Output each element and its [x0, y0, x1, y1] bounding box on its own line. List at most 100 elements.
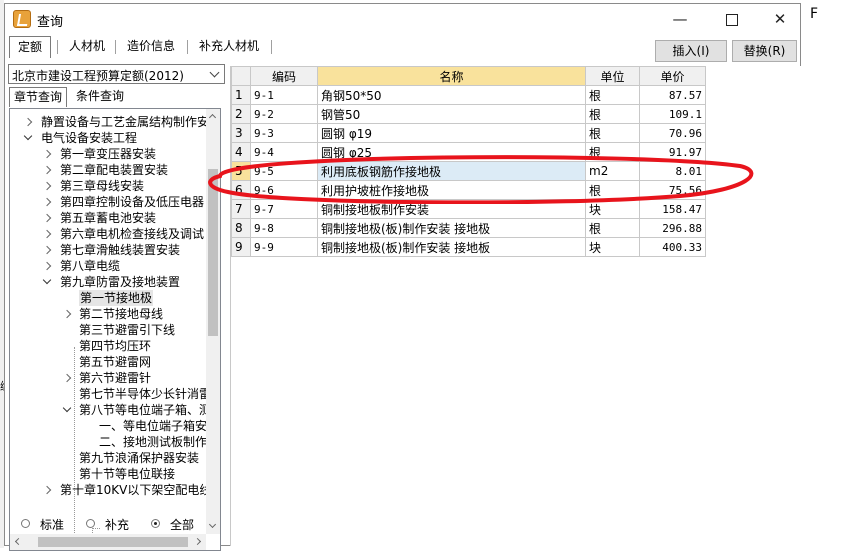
tab-supplementary-lmm[interactable]: 补充人材机 [191, 36, 267, 58]
cell-unit[interactable]: 根 [585, 85, 640, 105]
maximize-button[interactable] [709, 4, 755, 34]
cell-name[interactable]: 利用护坡桩作接地极 [317, 180, 586, 200]
table-row[interactable]: 4 9-4 圆钢 φ25 根 91.97 [231, 142, 706, 162]
chevron-right-icon[interactable] [42, 228, 54, 240]
chevron-right-icon[interactable] [42, 196, 54, 208]
table-row[interactable]: 2 9-2 钢管50 根 109.1 [231, 104, 706, 124]
cell-unit[interactable]: 根 [585, 218, 640, 238]
tree-item-label: 第五章蓄电池安装 [60, 211, 157, 225]
radio-label: 补充 [105, 518, 130, 532]
cell-name[interactable]: 钢管50 [317, 104, 586, 124]
cell-name[interactable]: 角钢50*50 [317, 85, 586, 105]
table-row-selected[interactable]: 5 9-5 利用底板钢筋作接地极 m2 8.01 [231, 161, 706, 181]
cell-unit[interactable]: m2 [585, 161, 640, 181]
cell-name[interactable]: 铜制接地极(板)制作安装 接地板 [317, 237, 586, 257]
tab-cost-info[interactable]: 造价信息 [119, 36, 183, 58]
table-row[interactable]: 3 9-3 圆钢 φ19 根 70.96 [231, 123, 706, 143]
chevron-down-icon[interactable] [62, 404, 74, 416]
tab-labor-material-machine[interactable]: 人材机 [61, 36, 113, 58]
tab-quota[interactable]: 定额 [9, 36, 52, 58]
table-row[interactable]: 1 9-1 角钢50*50 根 87.57 [231, 85, 706, 105]
cell-price[interactable]: 8.01 [639, 161, 706, 181]
tree-item-label: 第六节避雷针 [79, 371, 152, 385]
cell-code[interactable]: 9-2 [250, 104, 318, 124]
chevron-right-icon[interactable] [62, 372, 74, 384]
cell-unit[interactable]: 根 [585, 142, 640, 162]
cell-code[interactable]: 9-8 [250, 218, 318, 238]
table-row[interactable]: 7 9-7 铜制接地板制作安装 块 158.47 [231, 199, 706, 219]
chapter-tree[interactable]: 静置设备与工艺金属结构制作安 电气设备安装工程 第一章变压器安装 第二章配电装置… [9, 108, 221, 551]
cell-code[interactable]: 9-9 [250, 237, 318, 257]
scroll-up-icon[interactable] [206, 109, 220, 123]
tree-item-label: 第八章电缆 [60, 259, 121, 273]
cell-price[interactable]: 400.33 [639, 237, 706, 257]
cell-unit[interactable]: 根 [585, 180, 640, 200]
cell-price[interactable]: 109.1 [639, 104, 706, 124]
cell-name[interactable]: 铜制接地板制作安装 [317, 199, 586, 219]
scroll-down-icon[interactable] [206, 520, 220, 534]
tree-vertical-scrollbar[interactable] [206, 109, 220, 534]
radio-label: 标准 [40, 518, 65, 532]
chevron-down-icon[interactable] [42, 276, 54, 288]
radio-icon[interactable] [21, 519, 30, 528]
title-bar[interactable]: 查询 — ✕ [5, 4, 800, 34]
cell-price[interactable]: 158.47 [639, 199, 706, 219]
insert-button[interactable]: 插入(I) [655, 40, 727, 62]
cell-code[interactable]: 9-4 [250, 142, 318, 162]
table-row[interactable]: 6 9-6 利用护坡桩作接地极 根 75.56 [231, 180, 706, 200]
cell-code[interactable]: 9-6 [250, 180, 318, 200]
app-icon [13, 10, 31, 28]
left-panel: 北京市建设工程预算定额(2012) 章节查询 条件查询 静置设备与工艺金属结构制… [8, 63, 225, 551]
cell-code[interactable]: 9-7 [250, 199, 318, 219]
cell-unit[interactable]: 根 [585, 104, 640, 124]
chevron-right-icon[interactable] [62, 308, 74, 320]
column-header-code[interactable]: 编码 [250, 66, 318, 86]
cell-name[interactable]: 圆钢 φ19 [317, 123, 586, 143]
replace-button[interactable]: 替换(R) [732, 40, 797, 62]
grid-header-row: 编码 名称 单位 单价 [231, 66, 706, 86]
chevron-down-icon[interactable] [23, 132, 35, 144]
chevron-right-icon[interactable] [42, 212, 54, 224]
cell-name[interactable]: 圆钢 φ25 [317, 142, 586, 162]
tree-item-label: 第四节均压环 [79, 339, 152, 353]
scroll-thumb[interactable] [208, 169, 218, 336]
table-row[interactable]: 8 9-8 铜制接地极(板)制作安装 接地极 根 296.88 [231, 218, 706, 238]
chevron-right-icon[interactable] [42, 260, 54, 272]
scroll-thumb[interactable] [38, 537, 188, 547]
cell-price[interactable]: 75.56 [639, 180, 706, 200]
chevron-right-icon[interactable] [42, 148, 54, 160]
tree-item-label: 第六章电机检查接线及调试 [60, 227, 205, 241]
minimize-button[interactable]: — [657, 4, 703, 34]
tab-chapter-query[interactable]: 章节查询 [9, 87, 68, 107]
tab-condition-query[interactable]: 条件查询 [72, 87, 128, 107]
chevron-right-icon[interactable] [42, 164, 54, 176]
cell-name[interactable]: 利用底板钢筋作接地极 [317, 161, 586, 181]
chevron-down-icon[interactable] [208, 67, 222, 81]
radio-icon[interactable] [86, 519, 95, 528]
chevron-right-icon[interactable] [23, 116, 35, 128]
cell-code[interactable]: 9-5 [250, 161, 318, 181]
maximize-icon [726, 13, 738, 26]
quota-library-select[interactable]: 北京市建设工程预算定额(2012) [8, 64, 225, 84]
cell-price[interactable]: 296.88 [639, 218, 706, 238]
chevron-right-icon[interactable] [42, 244, 54, 256]
cell-price[interactable]: 91.97 [639, 142, 706, 162]
column-header-price[interactable]: 单价 [639, 66, 706, 86]
cell-code[interactable]: 9-3 [250, 123, 318, 143]
cell-name[interactable]: 铜制接地极(板)制作安装 接地极 [317, 218, 586, 238]
chevron-right-icon[interactable] [42, 484, 54, 496]
column-header-unit[interactable]: 单位 [585, 66, 640, 86]
column-header-name[interactable]: 名称 [317, 66, 586, 86]
tree-item-label: 第一节接地极 [79, 290, 154, 306]
tree-item-label: 第十节等电位联接 [79, 467, 176, 481]
radio-checked-icon[interactable] [151, 519, 160, 528]
close-button[interactable]: ✕ [757, 4, 803, 34]
cell-unit[interactable]: 块 [585, 199, 640, 219]
table-row[interactable]: 9 9-9 铜制接地极(板)制作安装 接地板 块 400.33 [231, 237, 706, 257]
cell-price[interactable]: 70.96 [639, 123, 706, 143]
cell-unit[interactable]: 根 [585, 123, 640, 143]
cell-code[interactable]: 9-1 [250, 85, 318, 105]
cell-price[interactable]: 87.57 [639, 85, 706, 105]
cell-unit[interactable]: 块 [585, 237, 640, 257]
chevron-right-icon[interactable] [42, 180, 54, 192]
